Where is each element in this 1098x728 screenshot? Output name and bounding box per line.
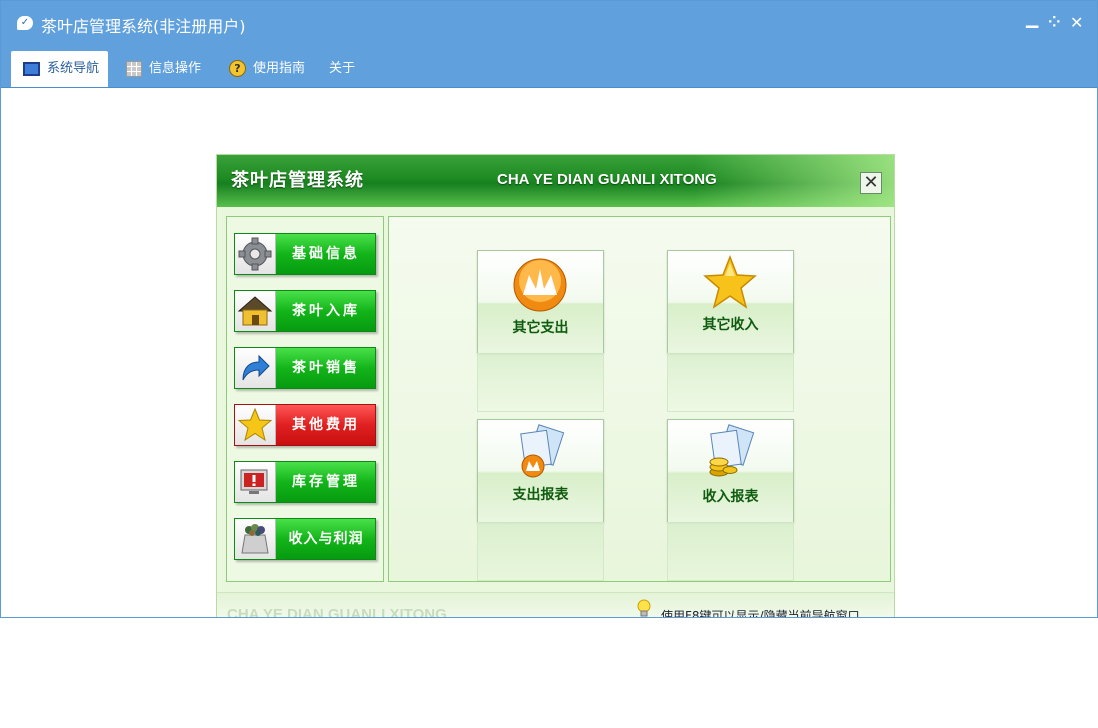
- coin-bag-icon: [235, 519, 276, 559]
- tab-label: 系统导航: [47, 61, 100, 76]
- nav-inventory-button[interactable]: 库存管理: [234, 461, 376, 503]
- tile-label: 其它支出: [512, 320, 569, 336]
- grid-icon: [126, 60, 142, 77]
- nav-column: 基础信息 茶叶入库 茶叶销售 其他费用 库存管理 收入与利润: [226, 216, 384, 582]
- tile-reflection: [667, 353, 794, 412]
- tab-user-guide[interactable]: ? 使用指南: [229, 51, 305, 87]
- nav-label: 基础信息: [292, 246, 360, 262]
- monitor-icon: [23, 61, 40, 76]
- footer-hint: 使用F8键可以显示/隐藏当前导航窗口: [661, 609, 860, 618]
- restore-button[interactable]: ⁘: [1048, 13, 1061, 31]
- tile-reflection: [477, 353, 604, 412]
- title-bar[interactable]: ✓ 茶叶店管理系统(非注册用户) ▁ ⁘ ✕: [1, 1, 1097, 45]
- nav-label: 茶叶销售: [292, 360, 360, 376]
- report-flame-icon: [509, 424, 571, 482]
- menu-bar: 系统导航 信息操作 ? 使用指南 关于: [1, 45, 1097, 88]
- tile-other-income[interactable]: 其它收入: [667, 250, 794, 354]
- nav-basic-info-button[interactable]: 基础信息: [234, 233, 376, 275]
- panel-header: 茶叶店管理系统 CHA YE DIAN GUANLI XITONG ✕: [217, 155, 894, 207]
- nav-label: 茶叶入库: [292, 303, 360, 319]
- arrow-icon: [235, 348, 276, 388]
- app-logo-icon: ✓: [17, 16, 33, 30]
- nav-label: 收入与利润: [288, 531, 364, 547]
- navigation-panel: 茶叶店管理系统 CHA YE DIAN GUANLI XITONG ✕ 基础信息…: [216, 154, 895, 618]
- lightbulb-icon: [636, 599, 652, 617]
- minimize-button[interactable]: ▁: [1026, 9, 1038, 28]
- tile-income-report[interactable]: 收入报表: [667, 419, 794, 523]
- tile-reflection: [477, 522, 604, 581]
- nav-income-profit-button[interactable]: 收入与利润: [234, 518, 376, 560]
- tile-reflection: [667, 522, 794, 581]
- tab-label: 信息操作: [149, 61, 202, 76]
- panel-subtitle: CHA YE DIAN GUANLI XITONG: [497, 171, 717, 188]
- alert-monitor-icon: [235, 462, 276, 502]
- footer-watermark: CHA YE DIAN GUANLI XITONG: [227, 606, 447, 618]
- panel-footer: CHA YE DIAN GUANLI XITONG 使用F8键可以显示/隐藏当前…: [217, 592, 894, 618]
- tile-expense-report[interactable]: 支出报表: [477, 419, 604, 523]
- main-area: 其它支出 其它收入 支出报表 收入报表: [388, 216, 891, 582]
- tab-about[interactable]: 关于: [329, 51, 355, 87]
- house-icon: [235, 291, 276, 331]
- tab-label: 关于: [329, 61, 356, 76]
- panel-title: 茶叶店管理系统: [231, 170, 364, 191]
- window-title: 茶叶店管理系统(非注册用户): [41, 17, 246, 36]
- star-icon: [235, 405, 276, 445]
- tab-info-operation[interactable]: 信息操作: [126, 51, 201, 87]
- flame-icon: [509, 255, 571, 313]
- report-coins-icon: [699, 424, 761, 482]
- help-icon: ?: [229, 60, 246, 77]
- nav-other-expenses-button[interactable]: 其他费用: [234, 404, 376, 446]
- tile-other-expense[interactable]: 其它支出: [477, 250, 604, 354]
- close-button[interactable]: ✕: [1070, 13, 1083, 32]
- panel-close-button[interactable]: ✕: [860, 172, 882, 194]
- star-icon: [699, 254, 761, 313]
- nav-label: 库存管理: [292, 474, 360, 490]
- tile-label: 支出报表: [512, 487, 569, 503]
- tile-label: 收入报表: [702, 489, 759, 505]
- nav-label: 其他费用: [292, 417, 360, 433]
- nav-tea-stock-in-button[interactable]: 茶叶入库: [234, 290, 376, 332]
- gear-icon: [235, 234, 276, 274]
- tile-label: 其它收入: [702, 317, 759, 333]
- tab-label: 使用指南: [253, 61, 306, 76]
- app-window: ✓ 茶叶店管理系统(非注册用户) ▁ ⁘ ✕ 系统导航 信息操作 ? 使用指南 关…: [0, 0, 1098, 618]
- tab-system-navigation[interactable]: 系统导航: [11, 51, 108, 87]
- nav-tea-sales-button[interactable]: 茶叶销售: [234, 347, 376, 389]
